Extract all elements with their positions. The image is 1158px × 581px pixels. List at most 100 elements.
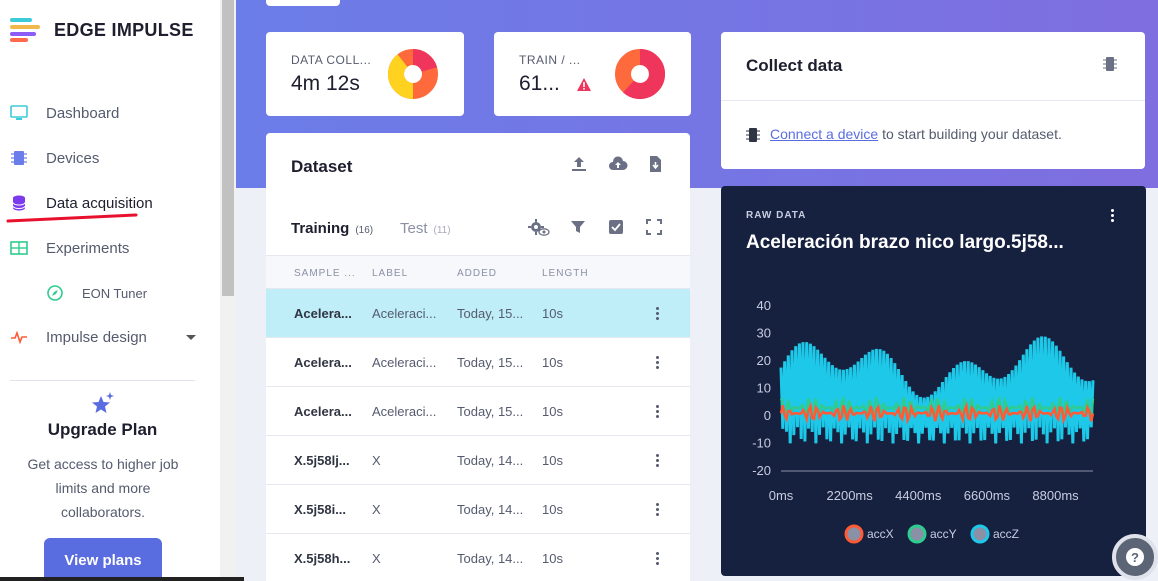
table-row[interactable]: Acelera... Aceleraci... Today, 15... 10s <box>266 338 690 387</box>
gear-eye-icon[interactable] <box>528 219 550 237</box>
select-checkbox-icon[interactable] <box>608 219 626 237</box>
stat-card-data-collected: DATA COLL... 4m 12s <box>266 32 464 116</box>
raw-data-label: RAW DATA <box>746 210 807 221</box>
table-row[interactable]: X.5j58lj... X Today, 14... 10s <box>266 436 690 485</box>
divider <box>721 100 1145 101</box>
collect-data-message-text: to start building your dataset. <box>878 126 1062 142</box>
sidebar-item-devices[interactable]: Devices <box>0 143 220 173</box>
sidebar-item-eon-tuner[interactable]: EON Tuner <box>0 278 220 308</box>
sidebar-item-label: EON Tuner <box>82 285 148 301</box>
sidebar-item-label: Impulse design <box>46 328 147 346</box>
sample-label: Aceleraci... <box>372 404 437 419</box>
filter-icon[interactable] <box>570 219 588 237</box>
stat-card-train-test: TRAIN / ... 61... <box>494 32 691 116</box>
tab-count: (16) <box>355 225 374 236</box>
table-row[interactable]: X.5j58i... X Today, 14... 10s <box>266 485 690 534</box>
legend-marker-accX[interactable] <box>844 524 864 544</box>
series-line-accZ <box>779 336 1095 444</box>
sample-added: Today, 14... <box>457 453 524 468</box>
y-tick-label: 20 <box>757 353 771 368</box>
sample-added: Today, 15... <box>457 404 524 419</box>
sample-label: Aceleraci... <box>372 355 437 370</box>
table-header: SAMPLE ... LABEL ADDED LENGTH <box>266 255 690 289</box>
edge-impulse-logo-icon <box>10 18 44 42</box>
legend-label[interactable]: accX <box>867 527 894 541</box>
collect-data-title: Collect data <box>746 56 843 75</box>
scrollbar-thumb[interactable] <box>222 0 234 296</box>
table-row[interactable]: Acelera... Aceleraci... Today, 15... 10s <box>266 289 690 338</box>
column-header-sample[interactable]: SAMPLE ... <box>294 268 356 279</box>
table-row[interactable]: Acelera... Aceleraci... Today, 15... 10s <box>266 387 690 436</box>
legend-label[interactable]: accZ <box>993 527 1019 541</box>
chip-icon[interactable] <box>1103 56 1117 72</box>
legend-marker-accZ[interactable] <box>970 524 990 544</box>
raw-data-menu-icon[interactable] <box>1111 209 1115 224</box>
sample-added: Today, 14... <box>457 551 524 566</box>
sample-length: 10s <box>542 355 563 370</box>
sample-name: X.5j58i... <box>294 502 347 517</box>
bottom-bar <box>0 577 244 581</box>
warning-icon[interactable] <box>577 78 591 91</box>
y-tick-label: 30 <box>757 326 771 341</box>
legend-marker-accY[interactable] <box>907 524 927 544</box>
row-menu-icon[interactable] <box>656 405 660 419</box>
logo[interactable]: EDGE IMPULSE <box>10 18 194 42</box>
help-button[interactable]: ? <box>1112 534 1158 580</box>
column-header-length[interactable]: LENGTH <box>542 268 589 279</box>
row-menu-icon[interactable] <box>656 454 660 468</box>
column-header-label[interactable]: LABEL <box>372 268 408 279</box>
chevron-down-icon[interactable] <box>186 334 196 340</box>
expand-icon[interactable] <box>646 219 664 237</box>
sidebar-item-experiments[interactable]: Experiments <box>0 233 220 263</box>
stat-value: 4m 12s <box>291 72 360 95</box>
stat-label: DATA COLL... <box>291 53 372 67</box>
tab-training[interactable]: Training (16) <box>291 220 373 237</box>
sidebar-item-impulse-design[interactable]: Impulse design <box>0 322 220 352</box>
legend-label[interactable]: accY <box>930 527 957 541</box>
download-file-icon[interactable] <box>646 155 664 173</box>
sidebar-item-label: Experiments <box>46 239 130 257</box>
upload-icon[interactable] <box>570 155 588 173</box>
sample-length: 10s <box>542 404 563 419</box>
sample-label: X <box>372 551 381 566</box>
sidebar-scrollbar[interactable] <box>220 0 236 581</box>
tab-count: (11) <box>433 225 451 236</box>
sidebar-item-dashboard[interactable]: Dashboard <box>0 98 220 128</box>
stat-label: TRAIN / ... <box>519 53 581 67</box>
table-row[interactable]: X.5j58h... X Today, 14... 10s <box>266 534 690 581</box>
raw-data-card: RAW DATA Aceleración brazo nico largo.5j… <box>721 186 1146 576</box>
upgrade-plan-description: Get access to higher job limits and more… <box>27 456 179 520</box>
pulse-icon <box>11 330 27 345</box>
row-menu-icon[interactable] <box>656 552 660 566</box>
dataset-card: Dataset Training (16) Test (11) SAMPLE .. <box>266 133 690 581</box>
sidebar: EDGE IMPULSE Dashboard Devices Data acqu… <box>0 0 220 581</box>
upgrade-plan-title: Upgrade Plan <box>47 420 158 439</box>
row-menu-icon[interactable] <box>656 307 660 321</box>
row-menu-icon[interactable] <box>656 503 660 517</box>
stat-value: 61... <box>519 72 560 95</box>
tab-test[interactable]: Test (11) <box>400 220 451 237</box>
header-button[interactable] <box>266 0 340 6</box>
sample-name: X.5j58lj... <box>294 453 350 468</box>
sample-length: 10s <box>542 306 563 321</box>
monitor-icon <box>10 105 28 120</box>
connect-device-link[interactable]: Connect a device <box>770 126 878 142</box>
sample-label: X <box>372 453 381 468</box>
row-menu-icon[interactable] <box>656 356 660 370</box>
sample-added: Today, 15... <box>457 306 524 321</box>
collect-data-card: Collect data Connect a device to start b… <box>721 32 1145 169</box>
cloud-upload-icon[interactable] <box>608 155 628 173</box>
tab-label: Test <box>400 220 428 237</box>
collect-data-message: Connect a device to start building your … <box>746 126 1062 142</box>
sample-added: Today, 15... <box>457 355 524 370</box>
train-test-split-donut-chart <box>615 49 665 99</box>
sample-name: Acelera... <box>294 306 352 321</box>
red-underline-annotation <box>6 213 138 223</box>
sidebar-item-label: Data acquisition <box>46 194 153 212</box>
sample-length: 10s <box>542 502 563 517</box>
x-tick-label: 2200ms <box>827 488 874 503</box>
column-header-added[interactable]: ADDED <box>457 268 497 279</box>
sample-name: X.5j58h... <box>294 551 351 566</box>
x-tick-label: 6600ms <box>964 488 1011 503</box>
view-plans-button[interactable]: View plans <box>44 538 162 581</box>
